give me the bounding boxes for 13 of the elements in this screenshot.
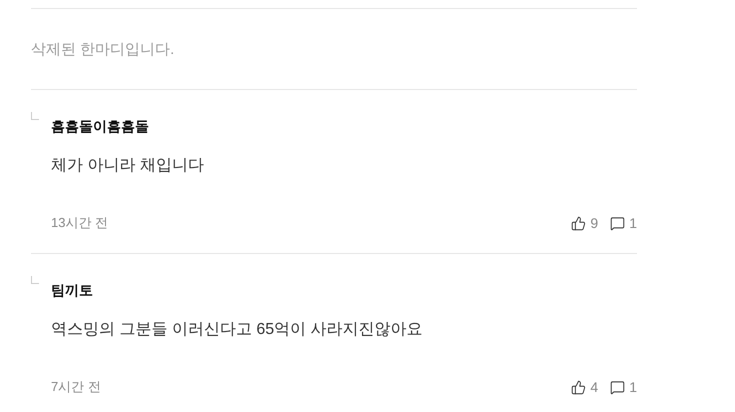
author-name: 팀끼토 [51, 281, 94, 300]
author-name: 흠흠돌이흠흠돌 [51, 117, 150, 136]
reply-count-button[interactable]: 1 [610, 379, 637, 395]
deleted-comment-text: 삭제된 한마디입니다. [31, 40, 176, 60]
reply-mark-icon [31, 112, 39, 120]
like-button[interactable]: 9 [571, 215, 598, 231]
reply-text: 역스밍의 그분들 이러신다고 65억이 사라지진않아요 [51, 320, 424, 340]
reply-mark-icon [31, 276, 39, 284]
reply-text: 체가 아니라 채입니다 [51, 156, 205, 176]
like-button[interactable]: 4 [571, 379, 598, 395]
timestamp: 7시간 전 [51, 378, 101, 396]
reply-count-button[interactable]: 1 [610, 215, 637, 231]
timestamp: 13시간 전 [51, 214, 108, 232]
